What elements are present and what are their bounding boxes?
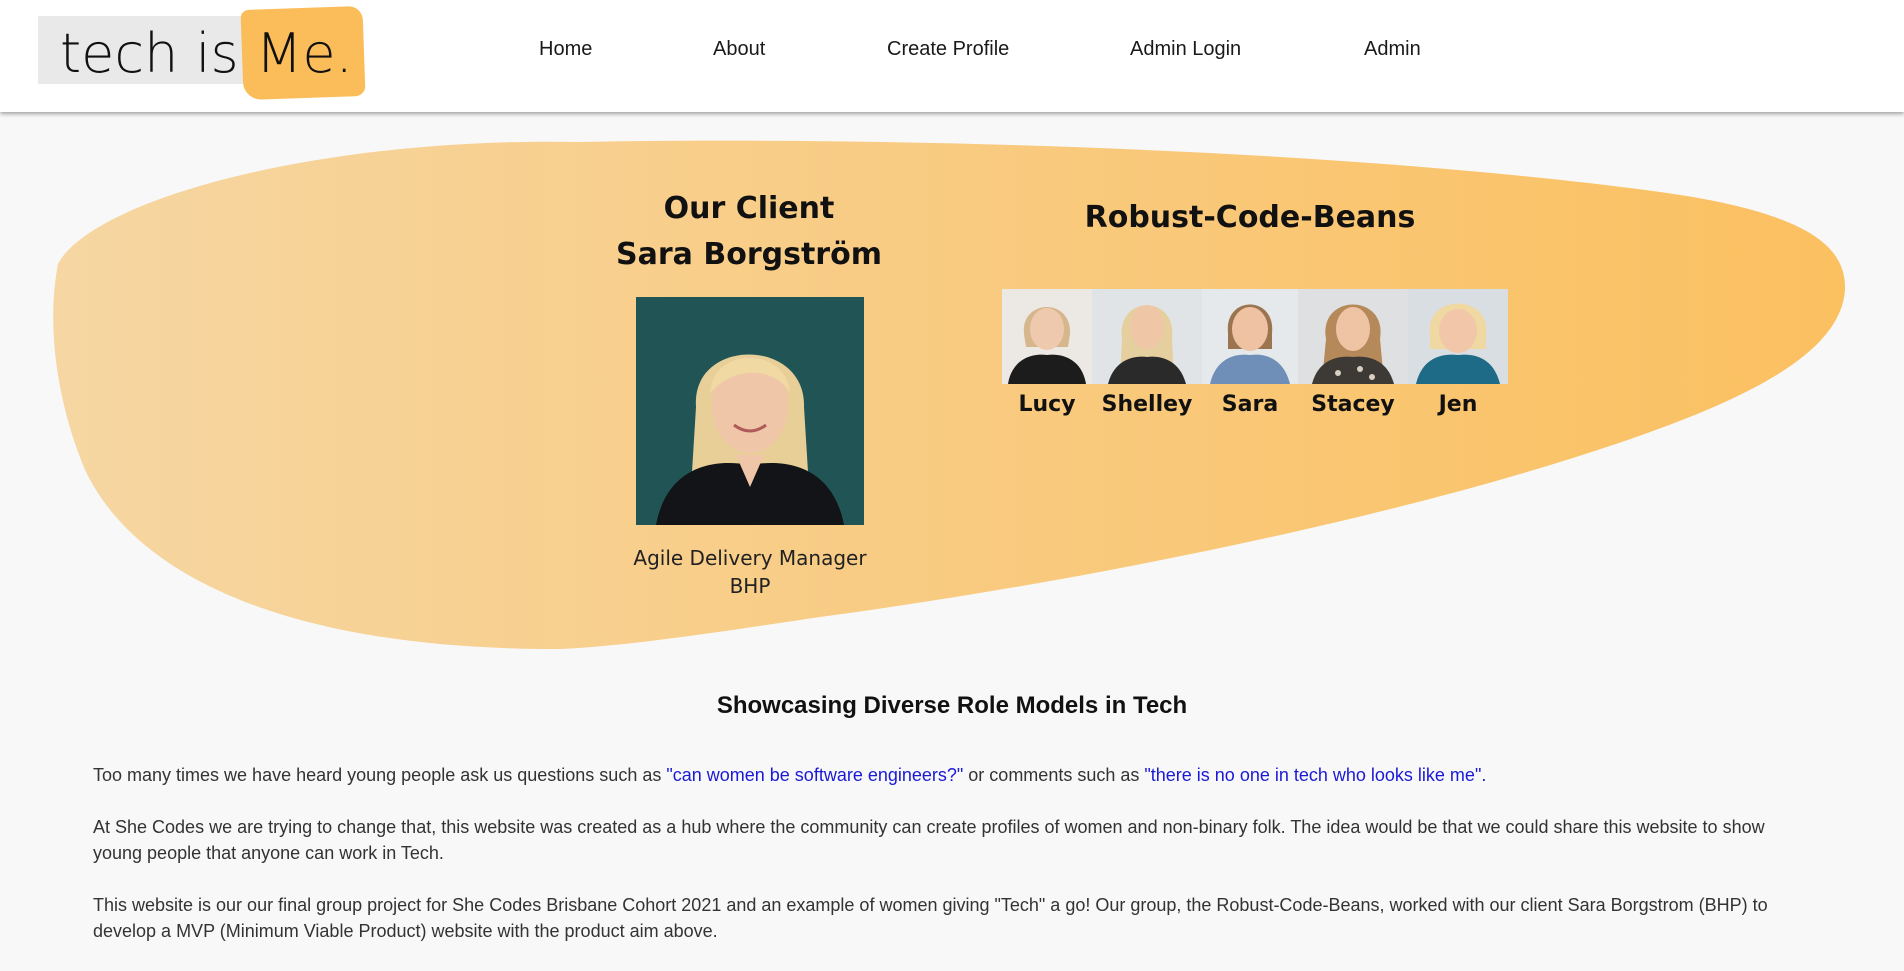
client-job-title: Agile Delivery Manager — [633, 546, 867, 570]
hero-blob — [53, 140, 1846, 650]
intro-paragraph-2: At She Codes we are trying to change tha… — [93, 817, 1765, 863]
p1-text-before: Too many times we have heard young peopl… — [93, 765, 667, 785]
client-company: BHP — [729, 574, 771, 598]
client-photo — [636, 297, 864, 525]
team-photo-sara — [1202, 289, 1298, 384]
logo[interactable]: tech is Me. — [38, 5, 366, 101]
nav-create-profile-link[interactable]: Create Profile — [887, 38, 1009, 61]
hero-blob-shape — [53, 140, 1846, 650]
nav-about-link[interactable]: About — [713, 38, 765, 61]
page-headline: Showcasing Diverse Role Models in Tech — [716, 692, 1188, 719]
client-heading-line2: Sara Borgström — [616, 237, 882, 272]
nav-admin-link[interactable]: Admin — [1364, 38, 1421, 61]
logo-text: tech is Me. — [60, 20, 353, 88]
p1-text-middle: or comments such as — [963, 765, 1145, 785]
p1-quote-1: "can women be software engineers?" — [666, 765, 964, 785]
team-member-name-jen: Jen — [1438, 392, 1478, 417]
nav-home-link[interactable]: Home — [539, 38, 592, 61]
client-heading: Our Client Sara Borgström — [550, 186, 948, 278]
intro-paragraph-1: Too many times we have heard young peopl… — [93, 762, 1813, 788]
jen-portrait-image — [1408, 289, 1508, 384]
team-heading: Robust-Code-Beans — [1084, 200, 1416, 235]
team-photo-lucy — [1002, 289, 1092, 384]
client-heading-line1: Our Client — [663, 191, 835, 226]
lucy-portrait-image — [1002, 289, 1092, 384]
team-photo-jen — [1408, 289, 1508, 384]
site-header: tech is Me. Home About Create Profile Ad… — [0, 0, 1904, 112]
client-role: Agile Delivery Manager BHP — [600, 544, 900, 600]
team-member-name-stacey: Stacey — [1311, 392, 1395, 417]
nav-admin-login-link[interactable]: Admin Login — [1130, 38, 1241, 61]
client-portrait-image — [636, 297, 864, 525]
team-member-name-lucy: Lucy — [1018, 392, 1076, 417]
stacey-portrait-image — [1298, 289, 1408, 384]
sara-portrait-image — [1202, 289, 1298, 384]
intro-paragraph-3: This website is our our final group proj… — [93, 895, 1768, 941]
team-photo-stacey — [1298, 289, 1408, 384]
logo-text-plain: tech is — [60, 22, 256, 85]
team-photo-shelley — [1092, 289, 1202, 384]
team-member-name-sara: Sara — [1221, 392, 1279, 417]
team-member-name-shelley: Shelley — [1101, 392, 1193, 417]
p1-quote-2: "there is no one in tech who looks like … — [1144, 765, 1487, 785]
shelley-portrait-image — [1092, 289, 1202, 384]
team-photo-strip — [1002, 289, 1508, 384]
logo-text-accent: Me. — [255, 22, 353, 85]
